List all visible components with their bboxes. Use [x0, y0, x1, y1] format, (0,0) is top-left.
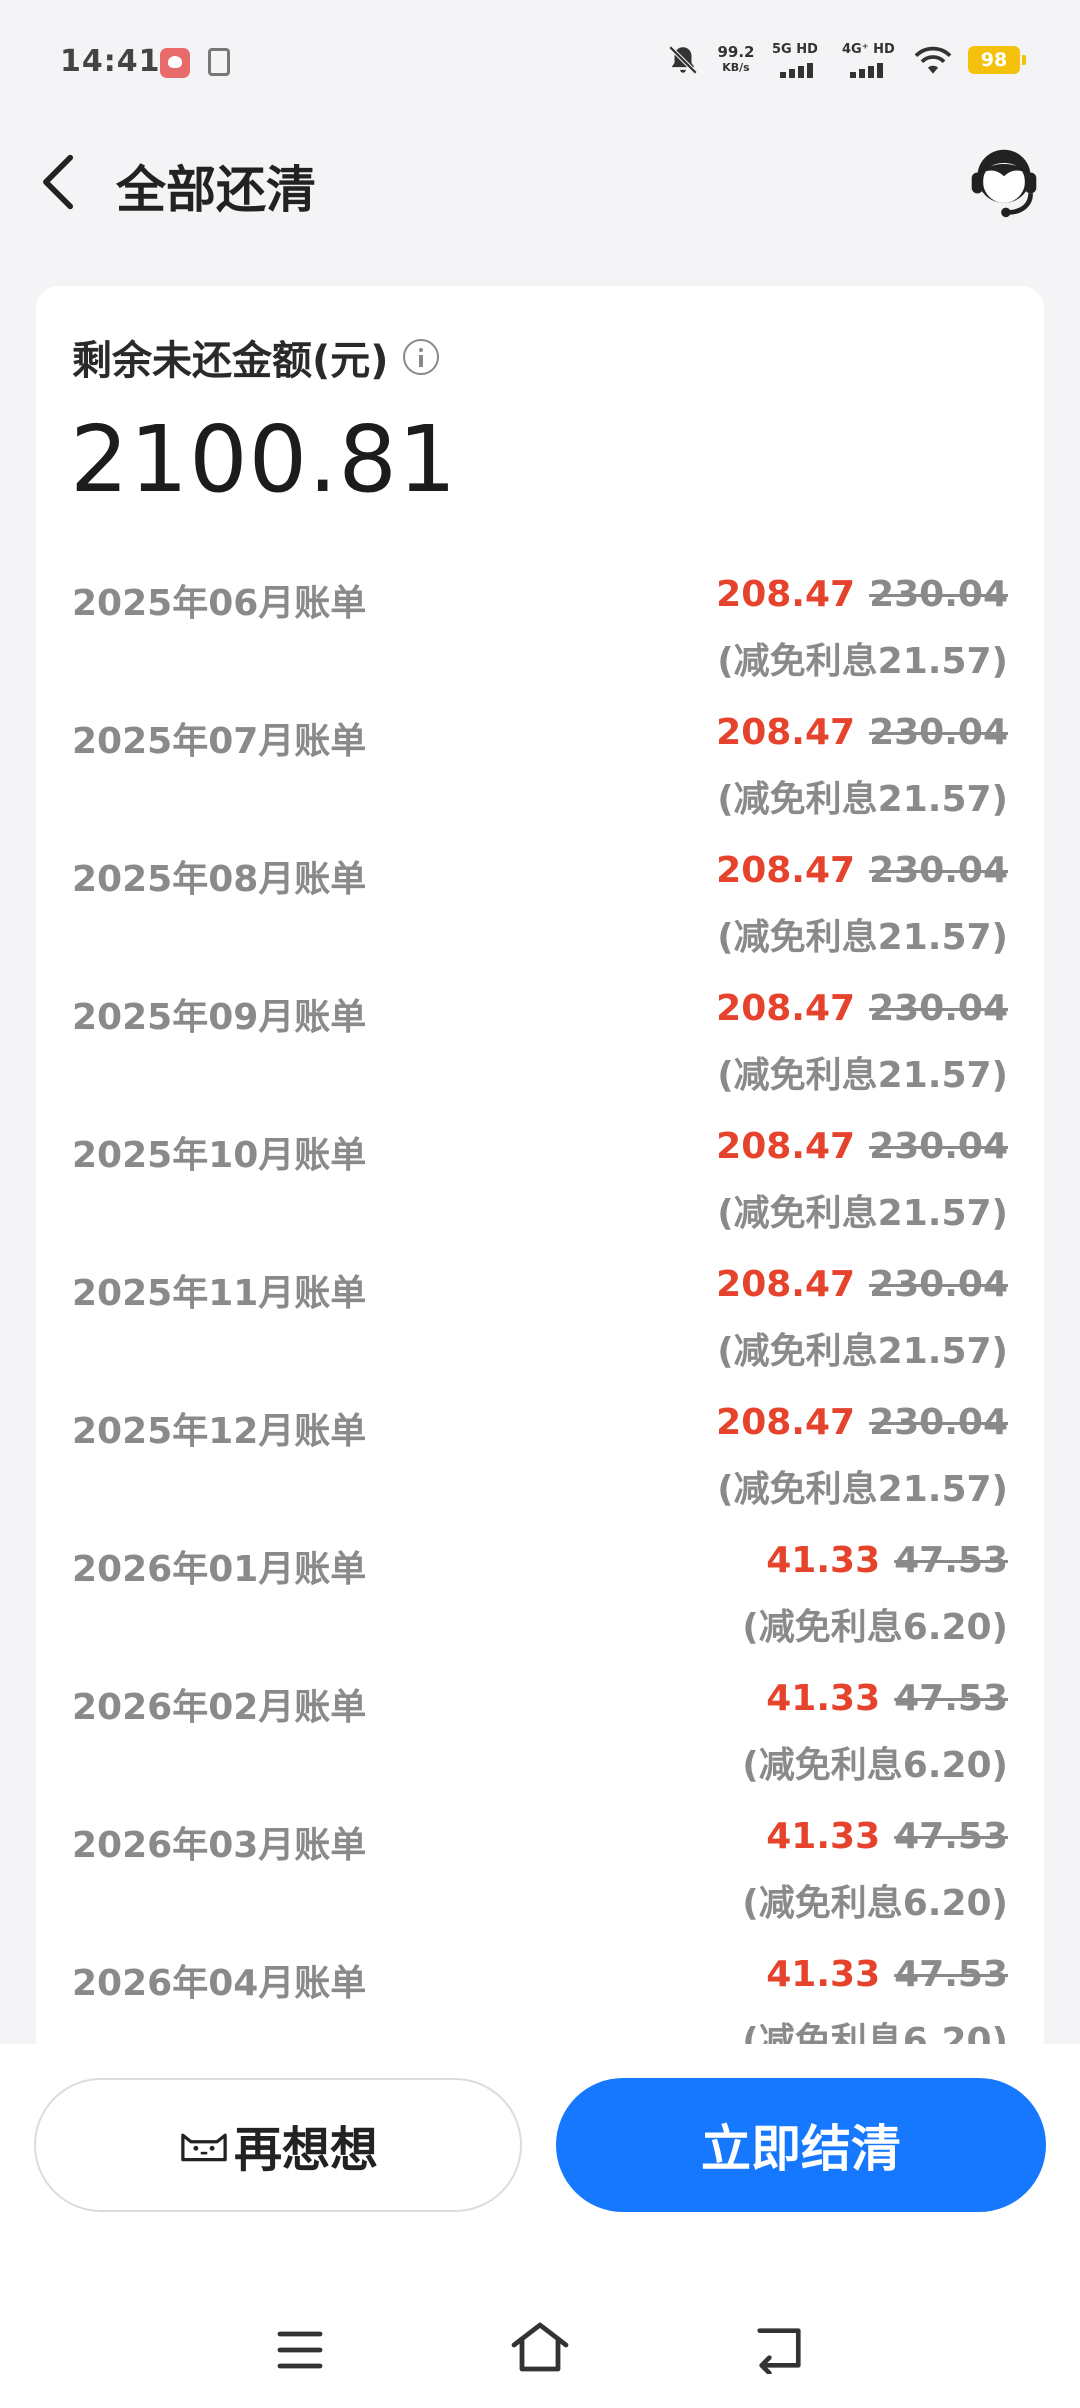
document-notification-icon: [208, 48, 230, 76]
remaining-amount: 2100.81: [70, 406, 458, 513]
bill-label: 2025年08月账单: [72, 859, 367, 900]
bill-discount: (减免利息6.20): [742, 1607, 1008, 1648]
bill-discount: (减免利息21.57): [717, 779, 1008, 820]
bill-pay-amount: 208.47: [716, 1126, 856, 1167]
bill-label: 2026年03月账单: [72, 1825, 367, 1866]
bill-pay-amount: 208.47: [716, 1402, 856, 1443]
bill-row: 2025年07月账单 208.47 230.04 (减免利息21.57): [72, 706, 1008, 844]
bill-original-amount: 47.53: [894, 1540, 1008, 1581]
bill-row: 2025年12月账单 208.47 230.04 (减免利息21.57): [72, 1396, 1008, 1534]
bill-discount: (减免利息6.20): [742, 1745, 1008, 1786]
system-nav-bar: [0, 2300, 1080, 2408]
bill-discount: (减免利息21.57): [717, 1331, 1008, 1372]
bill-original-amount: 230.04: [869, 988, 1008, 1029]
bill-pay-amount: 208.47: [716, 712, 856, 753]
bill-amounts: 208.47 230.04: [716, 988, 1008, 1029]
info-icon[interactable]: [402, 339, 439, 375]
app-notification-icon: [160, 48, 190, 78]
bill-amounts: 208.47 230.04: [716, 1126, 1008, 1167]
bill-row: 2025年11月账单 208.47 230.04 (减免利息21.57): [72, 1258, 1008, 1396]
bill-label: 2025年10月账单: [72, 1135, 367, 1176]
repayment-card: 剩余未还金额(元) 2100.81 2025年06月账单 208.47 230.0…: [36, 286, 1044, 2086]
bill-pay-amount: 208.47: [716, 988, 856, 1029]
network-speed: 99.2 KB/s: [717, 43, 755, 74]
menu-icon[interactable]: [276, 2328, 324, 2372]
bill-row: 2026年01月账单 41.33 47.53 (减免利息6.20): [72, 1534, 1008, 1672]
bill-row: 2026年03月账单 41.33 47.53 (减免利息6.20): [72, 1810, 1008, 1948]
bill-label: 2026年04月账单: [72, 1963, 367, 2004]
bill-row: 2025年10月账单 208.47 230.04 (减免利息21.57): [72, 1120, 1008, 1258]
settle-label: 立即结清: [701, 2120, 901, 2178]
home-icon[interactable]: [508, 2318, 572, 2376]
page-title: 全部还清: [116, 161, 316, 219]
bill-amounts: 208.47 230.04: [716, 1402, 1008, 1443]
bill-original-amount: 230.04: [869, 850, 1008, 891]
bill-amounts: 41.33 47.53: [766, 1540, 1008, 1581]
bill-amounts: 208.47 230.04: [716, 574, 1008, 615]
bill-label: 2026年02月账单: [72, 1687, 367, 1728]
wifi-icon: [914, 46, 952, 74]
bill-original-amount: 230.04: [869, 1402, 1008, 1443]
bill-label: 2025年07月账单: [72, 721, 367, 762]
bill-original-amount: 230.04: [869, 1126, 1008, 1167]
header: 全部还清: [0, 130, 1080, 230]
bill-discount: (减免利息21.57): [717, 1193, 1008, 1234]
bill-original-amount: 47.53: [894, 1954, 1008, 1995]
bill-original-amount: 47.53: [894, 1816, 1008, 1857]
bill-original-amount: 230.04: [869, 1264, 1008, 1305]
sim1-signal-icon: 5G HD: [772, 42, 828, 78]
bill-row: 2025年06月账单 208.47 230.04 (减免利息21.57): [72, 568, 1008, 706]
status-bar: 14:41 99.2 KB/s 5G HD 4G⁺ HD 98: [0, 0, 1080, 130]
rethink-label: 再想想: [233, 2122, 378, 2178]
bill-row: 2025年09月账单 208.47 230.04 (减免利息21.57): [72, 982, 1008, 1120]
bill-amounts: 208.47 230.04: [716, 1264, 1008, 1305]
bill-pay-amount: 41.33: [766, 1954, 881, 1995]
bill-list: 2025年06月账单 208.47 230.04 (减免利息21.57) 2025…: [72, 568, 1008, 2086]
rethink-button[interactable]: 再想想: [34, 2078, 522, 2212]
bill-amounts: 208.47 230.04: [716, 850, 1008, 891]
status-indicators: 99.2 KB/s 5G HD 4G⁺ HD 98: [666, 40, 1026, 80]
settle-now-button[interactable]: 立即结清: [556, 2078, 1046, 2212]
bill-label: 2025年06月账单: [72, 583, 367, 624]
back-arrow-icon[interactable]: [36, 152, 82, 212]
status-time: 14:41: [60, 44, 161, 79]
sim2-signal-icon: 4G⁺ HD: [842, 42, 898, 78]
bill-label: 2025年11月账单: [72, 1273, 367, 1314]
bill-pay-amount: 41.33: [766, 1816, 881, 1857]
bill-label: 2026年01月账单: [72, 1549, 367, 1590]
bill-amounts: 41.33 47.53: [766, 1816, 1008, 1857]
bill-pay-amount: 41.33: [766, 1540, 881, 1581]
bill-label: 2025年12月账单: [72, 1411, 367, 1452]
nav-back-icon[interactable]: [752, 2322, 806, 2374]
bill-pay-amount: 208.47: [716, 574, 856, 615]
bill-discount: (减免利息21.57): [717, 1469, 1008, 1510]
bill-pay-amount: 208.47: [716, 850, 856, 891]
bill-amounts: 41.33 47.53: [766, 1954, 1008, 1995]
mute-bell-icon: [668, 45, 698, 75]
bill-original-amount: 230.04: [869, 712, 1008, 753]
bill-discount: (减免利息21.57): [717, 917, 1008, 958]
bill-pay-amount: 41.33: [766, 1678, 881, 1719]
bill-discount: (减免利息6.20): [742, 1883, 1008, 1924]
bill-row: 2026年02月账单 41.33 47.53 (减免利息6.20): [72, 1672, 1008, 1810]
bill-original-amount: 47.53: [894, 1678, 1008, 1719]
bill-pay-amount: 208.47: [716, 1264, 856, 1305]
battery-icon: 98: [968, 46, 1026, 74]
customer-service-icon[interactable]: [966, 142, 1042, 222]
bill-amounts: 208.47 230.04: [716, 712, 1008, 753]
remaining-label: 剩余未还金额(元): [72, 338, 389, 384]
remaining-label-row: 剩余未还金额(元): [72, 328, 439, 386]
bill-amounts: 41.33 47.53: [766, 1678, 1008, 1719]
cat-face-icon: [181, 2133, 227, 2162]
bill-discount: (减免利息21.57): [717, 641, 1008, 682]
bill-label: 2025年09月账单: [72, 997, 367, 1038]
bill-discount: (减免利息21.57): [717, 1055, 1008, 1096]
bill-original-amount: 230.04: [869, 574, 1008, 615]
bill-row: 2025年08月账单 208.47 230.04 (减免利息21.57): [72, 844, 1008, 982]
